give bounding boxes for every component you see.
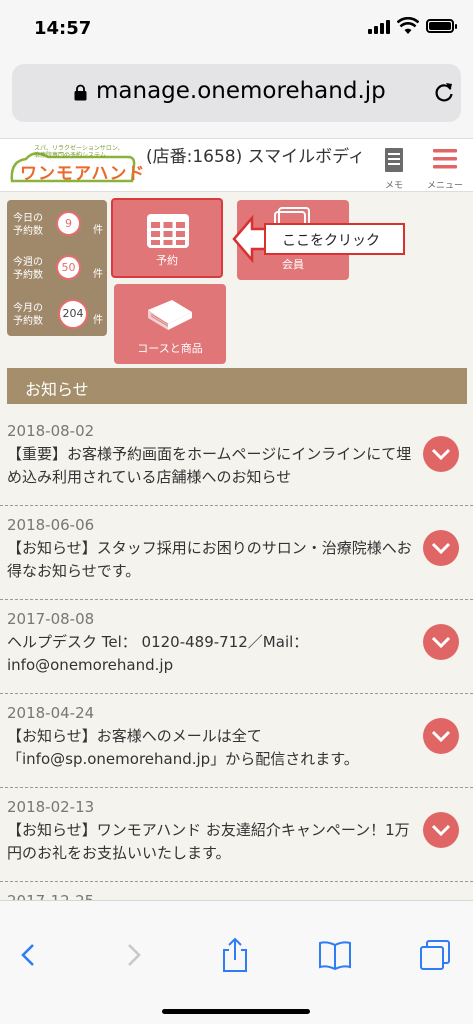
news-text: 【重要】お客様予約画面をホームページにインラインにて埋め込み利用されている店舗様…: [7, 445, 412, 486]
memo-label: メモ: [384, 181, 403, 191]
chevron-down-icon[interactable]: [423, 718, 459, 754]
news-text: 【お知らせ】スタッフ採用にお困りのサロン・治療院様へお得なお知らせです。: [7, 539, 412, 580]
shop-name: (店番:1658) スマイルボディ: [146, 147, 365, 167]
course-product-tile-label: コースと商品: [137, 342, 203, 355]
memo-icon: [385, 148, 403, 172]
callout-text: ここをクリック: [282, 233, 380, 249]
count-value: 204: [58, 299, 88, 329]
notice-header: お知らせ: [7, 368, 467, 404]
status-bar: 14:57: [0, 0, 473, 50]
browser-toolbar: [0, 900, 473, 1024]
book-icon: [148, 300, 192, 330]
hamburger-icon: [433, 149, 457, 169]
share-icon[interactable]: [218, 937, 252, 973]
status-time: 14:57: [34, 18, 92, 39]
site-header: スパ、リラクゼーションサロン、 治療院専門の予約システム ワンモアハンド (店番…: [0, 138, 473, 192]
back-icon[interactable]: [12, 937, 46, 973]
onemorehand-logo[interactable]: スパ、リラクゼーションサロン、 治療院専門の予約システム ワンモアハンド: [8, 143, 144, 189]
menu-button[interactable]: メニュー: [422, 145, 468, 191]
news-date: 2018-02-13: [7, 798, 95, 816]
news-item[interactable]: 2018-04-24 【お知らせ】お客様へのメールは全て「info@sp.one…: [0, 694, 473, 788]
main-area: 今日の 予約数 9 件 今週の 予約数 50 件 今月の 予約数 204 件 予約: [0, 192, 473, 942]
reservation-counts-panel: 今日の 予約数 9 件 今週の 予約数 50 件 今月の 予約数 204 件: [7, 200, 107, 336]
address-bar[interactable]: manage.onemorehand.jp: [12, 64, 461, 122]
count-value: 50: [56, 255, 81, 280]
left-arrow-annotation-icon: [232, 214, 268, 264]
count-value: 9: [56, 211, 81, 236]
notice-title: お知らせ: [25, 380, 89, 399]
news-text: ヘルプデスク Tel： 0120-489-712／Mail： info@onem…: [7, 633, 309, 674]
battery-icon: [426, 19, 457, 33]
home-indicator: [162, 1009, 310, 1014]
forward-icon[interactable]: [116, 937, 150, 973]
calendar-grid-icon: [147, 214, 189, 248]
tabs-icon[interactable]: [418, 937, 452, 973]
chevron-down-icon[interactable]: [423, 436, 459, 472]
memo-button[interactable]: メモ: [376, 145, 412, 191]
reservation-tile[interactable]: 予約: [111, 198, 223, 278]
count-month: 今月の 予約数 204 件: [13, 294, 105, 334]
lock-icon: [74, 84, 87, 101]
wifi-icon: [397, 17, 419, 34]
news-text: 【お知らせ】お客様へのメールは全て「info@sp.onemorehand.jp…: [7, 727, 359, 768]
reservation-tile-label: 予約: [156, 254, 178, 267]
logo-name: ワンモアハンド: [20, 164, 146, 184]
news-item[interactable]: 2018-06-06 【お知らせ】スタッフ採用にお困りのサロン・治療院様へお得な…: [0, 506, 473, 600]
menu-label: メニュー: [426, 181, 463, 191]
cellular-signal-icon: [368, 20, 392, 34]
count-today: 今日の 予約数 9 件: [13, 211, 103, 237]
logo-tagline: スパ、リラクゼーションサロン、 治療院専門の予約システム: [34, 145, 124, 159]
news-item[interactable]: 2018-02-13 【お知らせ】ワンモアハンド お友達紹介キャンペーン！1万円…: [0, 788, 473, 882]
news-item[interactable]: 2018-08-02 【重要】お客様予約画面をホームページにインラインにて埋め込…: [0, 412, 473, 506]
news-date: 2018-06-06: [7, 516, 95, 534]
news-date: 2017-08-08: [7, 610, 95, 628]
chevron-down-icon[interactable]: [423, 812, 459, 848]
news-text: 【お知らせ】ワンモアハンド お友達紹介キャンペーン！1万円のお礼をお支払いいたし…: [7, 821, 410, 862]
chevron-down-icon[interactable]: [423, 530, 459, 566]
bookmarks-icon[interactable]: [318, 937, 352, 973]
news-item[interactable]: 2017-08-08 ヘルプデスク Tel： 0120-489-712／Mail…: [0, 600, 473, 694]
click-here-callout: ここをクリック: [264, 223, 405, 255]
news-date: 2018-04-24: [7, 704, 95, 722]
course-product-tile[interactable]: コースと商品: [114, 284, 226, 364]
chevron-down-icon[interactable]: [423, 624, 459, 660]
reload-icon[interactable]: [433, 81, 455, 103]
news-date: 2018-08-02: [7, 422, 95, 440]
url-text: manage.onemorehand.jp: [96, 78, 386, 104]
count-week: 今週の 予約数 50 件: [13, 255, 103, 281]
